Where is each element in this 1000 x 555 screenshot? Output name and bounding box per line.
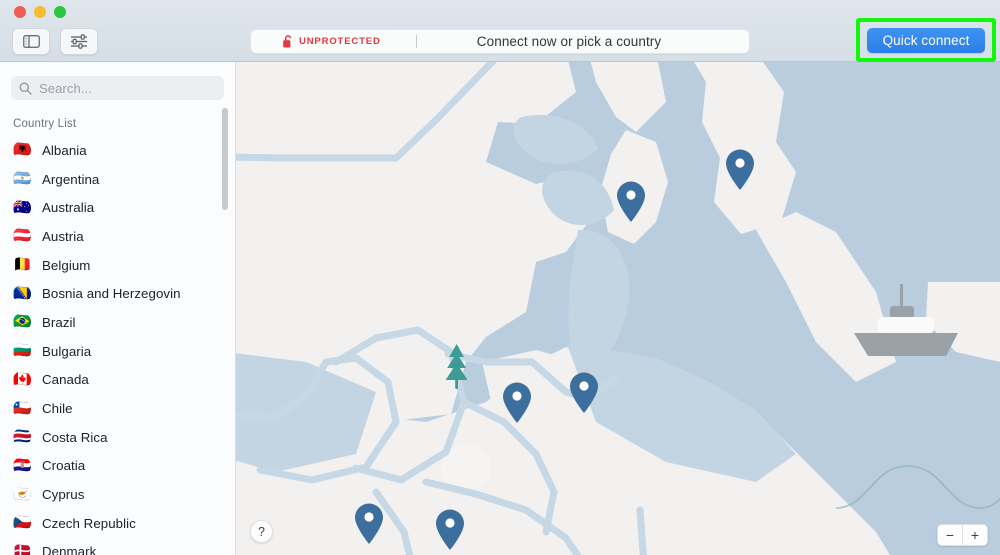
country-flag-icon: 🇧🇪 xyxy=(13,256,31,274)
country-flag-icon: 🇨🇷 xyxy=(13,428,31,446)
country-name-label: Chile xyxy=(42,401,73,417)
country-list-item[interactable]: 🇧🇦 Bosnia and Herzegovin xyxy=(13,279,235,308)
connection-status-bar: UNPROTECTED Connect now or pick a countr… xyxy=(250,29,750,54)
country-list-item[interactable]: 🇦🇱 Albania xyxy=(13,136,235,165)
country-name-label: Canada xyxy=(42,372,89,388)
country-flag-icon: 🇩🇰 xyxy=(13,542,31,555)
country-name-label: Bulgaria xyxy=(42,343,92,359)
country-flag-icon: 🇨🇾 xyxy=(13,485,31,503)
vpn-app-window: UNPROTECTED Connect now or pick a countr… xyxy=(0,0,1000,555)
country-list-item[interactable]: 🇨🇦 Canada xyxy=(13,366,235,395)
sliders-icon xyxy=(70,34,87,49)
country-name-label: Albania xyxy=(42,142,87,158)
quick-connect-highlight: Quick connect xyxy=(856,18,996,62)
zoom-in-button[interactable]: + xyxy=(963,525,987,545)
country-list-item[interactable]: 🇩🇰 Denmark xyxy=(13,538,235,555)
minimize-window-button[interactable] xyxy=(34,6,46,18)
country-list-item[interactable]: 🇧🇬 Bulgaria xyxy=(13,337,235,366)
toolbar-buttons xyxy=(12,28,98,55)
country-name-label: Denmark xyxy=(42,544,97,555)
zoom-controls: − + xyxy=(937,524,988,546)
country-name-label: Australia xyxy=(42,200,95,216)
country-list: 🇦🇱 Albania 🇦🇷 Argentina 🇦🇺 Australia 🇦🇹 Austria… xyxy=(0,136,235,555)
sidebar: Search... Country List 🇦🇱 Albania 🇦🇷 Argent… xyxy=(0,62,236,555)
window-controls xyxy=(14,6,66,18)
country-list-item[interactable]: 🇨🇱 Chile xyxy=(13,394,235,423)
country-flag-icon: 🇨🇿 xyxy=(13,514,31,532)
quick-connect-button[interactable]: Quick connect xyxy=(867,27,985,53)
country-list-item[interactable]: 🇭🇷 Croatia xyxy=(13,452,235,481)
country-flag-icon: 🇨🇱 xyxy=(13,399,31,417)
sidebar-toggle-button[interactable] xyxy=(12,28,50,55)
country-list-item[interactable]: 🇦🇷 Argentina xyxy=(13,165,235,194)
country-flag-icon: 🇧🇷 xyxy=(13,313,31,331)
status-badge: UNPROTECTED xyxy=(299,36,381,47)
status-message: Connect now or pick a country xyxy=(476,34,662,49)
country-flag-icon: 🇧🇬 xyxy=(13,342,31,360)
country-flag-icon: 🇨🇦 xyxy=(13,370,31,388)
country-flag-icon: 🇦🇹 xyxy=(13,227,31,245)
country-name-label: Croatia xyxy=(42,458,86,474)
map-canvas xyxy=(236,62,1000,555)
country-name-label: Belgium xyxy=(42,257,91,273)
maximize-window-button[interactable] xyxy=(54,6,66,18)
sidebar-toggle-icon xyxy=(22,35,40,48)
country-flag-icon: 🇦🇱 xyxy=(13,141,31,159)
country-name-label: Austria xyxy=(42,228,84,244)
search-placeholder: Search... xyxy=(39,80,92,96)
country-list-item[interactable]: 🇧🇷 Brazil xyxy=(13,308,235,337)
unlocked-padlock-icon xyxy=(283,35,292,48)
status-left-group: UNPROTECTED xyxy=(251,35,416,48)
country-flag-icon: 🇧🇦 xyxy=(13,284,31,302)
country-name-label: Bosnia and Herzegovin xyxy=(42,286,181,302)
search-input[interactable]: Search... xyxy=(11,76,224,100)
country-name-label: Czech Republic xyxy=(42,515,136,531)
country-list-title: Country List xyxy=(13,118,77,130)
world-map[interactable]: ? − + xyxy=(236,62,1000,555)
country-list-item[interactable]: 🇧🇪 Belgium xyxy=(13,251,235,280)
country-name-label: Argentina xyxy=(42,171,100,187)
country-flag-icon: 🇦🇷 xyxy=(13,170,31,188)
settings-filter-button[interactable] xyxy=(60,28,98,55)
country-list-item[interactable]: 🇦🇹 Austria xyxy=(13,222,235,251)
country-flag-icon: 🇭🇷 xyxy=(13,456,31,474)
country-list-item[interactable]: 🇨🇾 Cyprus xyxy=(13,480,235,509)
title-bar: UNPROTECTED Connect now or pick a countr… xyxy=(0,0,1000,62)
zoom-out-button[interactable]: − xyxy=(938,525,962,545)
search-icon xyxy=(19,82,32,95)
country-name-label: Cyprus xyxy=(42,487,85,503)
country-name-label: Costa Rica xyxy=(42,429,108,445)
country-list-item[interactable]: 🇨🇷 Costa Rica xyxy=(13,423,235,452)
country-name-label: Brazil xyxy=(42,314,76,330)
close-window-button[interactable] xyxy=(14,6,26,18)
sidebar-scrollbar[interactable] xyxy=(222,108,228,210)
country-list-item[interactable]: 🇨🇿 Czech Republic xyxy=(13,509,235,538)
country-flag-icon: 🇦🇺 xyxy=(13,198,31,216)
help-button[interactable]: ? xyxy=(250,520,273,543)
country-list-item[interactable]: 🇦🇺 Australia xyxy=(13,193,235,222)
